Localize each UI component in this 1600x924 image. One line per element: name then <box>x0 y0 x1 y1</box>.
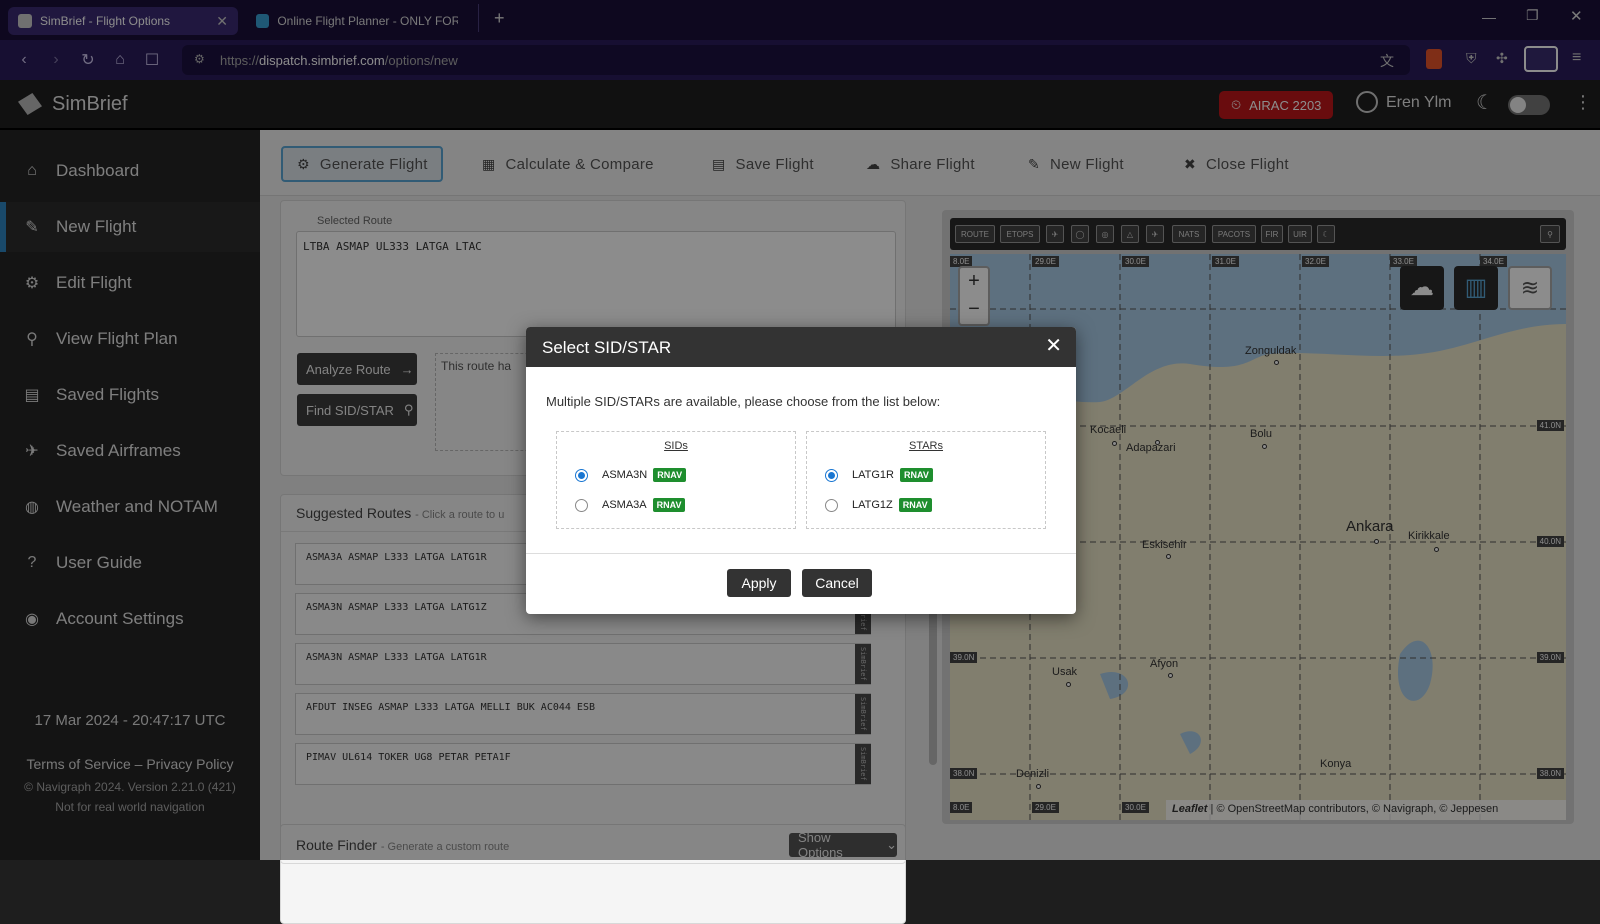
stars-column: STARs LATG1R RNAV LATG1Z RNAV <box>806 431 1046 529</box>
radio-unselected[interactable] <box>575 498 588 512</box>
modal-divider <box>526 553 1076 554</box>
modal-message: Multiple SID/STARs are available, please… <box>546 394 941 409</box>
rnav-badge: RNAV <box>899 468 933 482</box>
sidstar-modal: Select SID/STAR ✕ Multiple SID/STARs are… <box>526 327 1076 614</box>
modal-title: Select SID/STAR <box>542 338 672 357</box>
apply-button[interactable]: Apply <box>727 569 791 597</box>
cancel-button[interactable]: Cancel <box>802 569 872 597</box>
rnav-badge: RNAV <box>652 498 686 512</box>
star-option-latg1r[interactable]: LATG1R RNAV <box>825 466 933 484</box>
rnav-badge: RNAV <box>898 498 932 512</box>
sid-option-asma3a[interactable]: ASMA3A RNAV <box>575 496 686 514</box>
rnav-badge: RNAV <box>653 468 687 482</box>
stars-label: STARs <box>908 440 944 452</box>
modal-header: Select SID/STAR ✕ <box>526 327 1076 367</box>
radio-unselected[interactable] <box>825 498 838 512</box>
sid-option-asma3n[interactable]: ASMA3N RNAV <box>575 466 687 484</box>
sids-column: SIDs ASMA3N RNAV ASMA3A RNAV <box>556 431 796 529</box>
star-option-latg1z[interactable]: LATG1Z RNAV <box>825 496 932 514</box>
radio-selected[interactable] <box>575 468 588 482</box>
close-icon[interactable]: ✕ <box>1045 336 1062 356</box>
radio-selected[interactable] <box>825 468 838 482</box>
sids-label: SIDs <box>664 440 688 452</box>
